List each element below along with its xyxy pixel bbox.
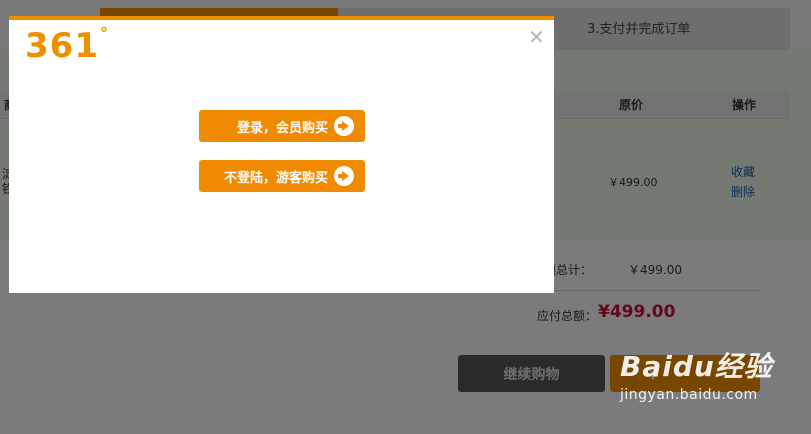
guest-purchase-label: 不登陆，游客购买 (223, 170, 328, 186)
brand-logo: 361° (25, 24, 109, 66)
baidu-watermark: Baidu经验 jingyan.baidu.com (620, 345, 773, 403)
arrow-right-icon (334, 166, 354, 186)
close-icon[interactable]: ✕ (528, 27, 545, 47)
watermark-brand: Baidu经验 (620, 350, 773, 383)
guest-purchase-button[interactable]: 不登陆，游客购买 (199, 160, 365, 192)
member-purchase-label: 登录，会员购买 (236, 120, 328, 136)
watermark-url: jingyan.baidu.com (620, 387, 758, 403)
arrow-right-icon (334, 116, 354, 136)
login-choice-dialog: 361° ✕ 登录，会员购买 不登陆，游客购买 (9, 16, 554, 293)
member-purchase-button[interactable]: 登录，会员购买 (199, 110, 365, 142)
